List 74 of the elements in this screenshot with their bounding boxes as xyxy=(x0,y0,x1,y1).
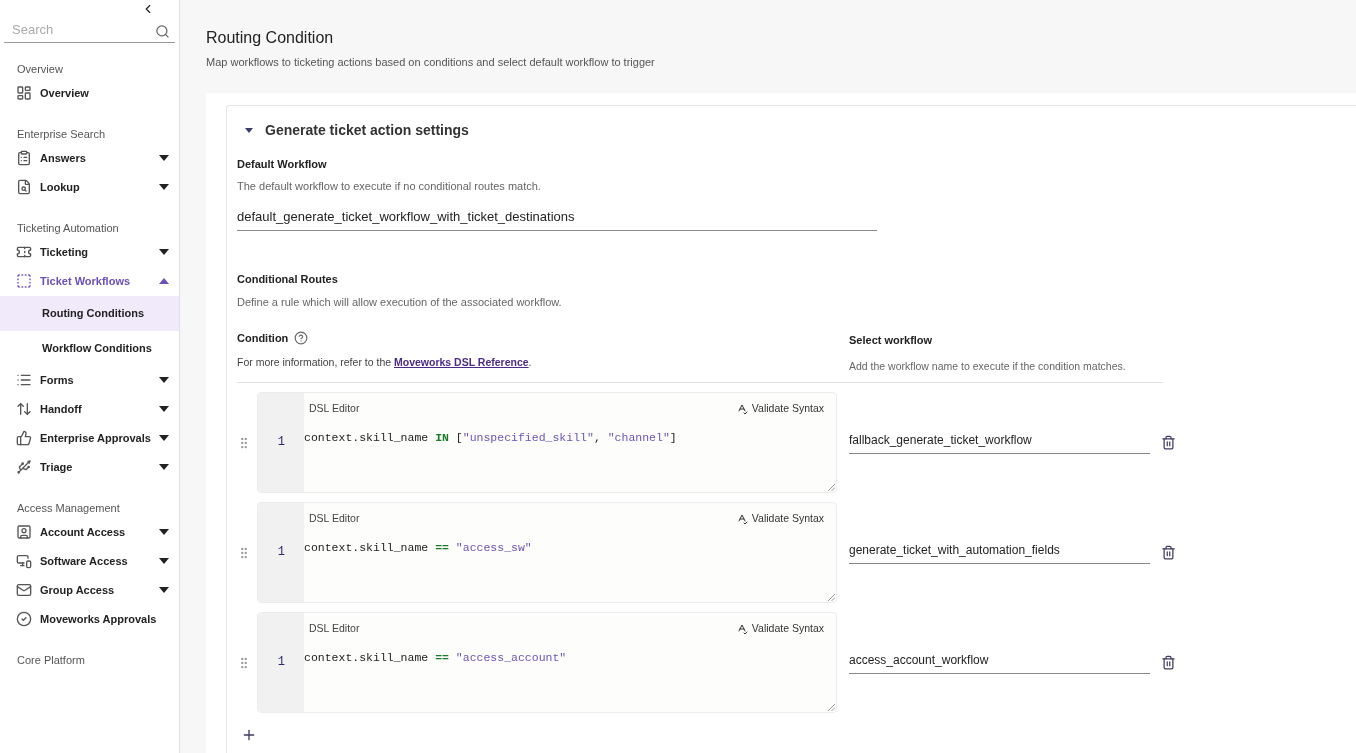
nav-item[interactable]: Handoff xyxy=(0,394,179,424)
caret-icon[interactable] xyxy=(245,127,253,133)
field-label: Conditional Routes xyxy=(237,272,339,287)
help-icon[interactable] xyxy=(294,331,309,346)
page-title: Routing Condition xyxy=(206,28,335,48)
code-line: context.skill_name == "access_account" xyxy=(304,650,568,666)
nav-item[interactable]: Account Access xyxy=(0,517,179,547)
section-title: Overview xyxy=(16,61,64,77)
validate-syntax-button[interactable]: Validate Syntax xyxy=(735,401,824,417)
line-number: 1 xyxy=(277,545,285,560)
nav-item[interactable]: Group Access xyxy=(0,575,179,605)
field-label: Default Workflow xyxy=(237,156,328,172)
dsl-editor[interactable]: 1 DSL Editor Validate Syntax context.skill_name IN ["unspecified_skill", "channel"] xyxy=(257,392,837,494)
line-number: 1 xyxy=(277,655,285,670)
dsl-reference-link[interactable]: Moveworks DSL Reference xyxy=(394,355,529,368)
default-workflow-field[interactable]: default_generate_ticket_workflow_with_ticket_destinations xyxy=(237,206,877,231)
condition-help: For more information, refer to the Moveworks DSL Reference. xyxy=(237,354,533,370)
editor-label: DSL Editor xyxy=(309,401,360,417)
thumbs-icon xyxy=(16,430,32,446)
square-icon xyxy=(16,273,32,289)
dsl-editor[interactable]: 1 DSL Editor Validate Syntax context.skill_name == "access_sw" xyxy=(257,502,837,604)
ticket-icon xyxy=(16,244,32,260)
nav-item[interactable]: Triage xyxy=(0,452,179,482)
check-circle-icon xyxy=(16,611,32,627)
nav-subitem[interactable]: Workflow Conditions xyxy=(0,330,179,366)
line-number: 1 xyxy=(277,435,285,450)
delete-icon[interactable] xyxy=(1161,435,1176,451)
nav-item[interactable]: Overview xyxy=(0,78,179,108)
list-icon xyxy=(16,372,32,388)
editor-label: DSL Editor xyxy=(309,511,360,527)
clipboard-icon xyxy=(16,150,32,166)
nav-item[interactable]: Moveworks Approvals xyxy=(0,604,179,634)
resize-handle-icon[interactable] xyxy=(828,484,835,492)
monitor-icon xyxy=(16,553,32,569)
section-title: Access Management xyxy=(16,500,121,516)
code-line: context.skill_name IN ["unspecified_skill", "channel"] xyxy=(304,430,678,446)
search-icon xyxy=(155,23,170,39)
dashboard-icon xyxy=(16,85,32,101)
mail-icon xyxy=(16,582,32,598)
dsl-editor[interactable]: 1 DSL Editor Validate Syntax context.skill_name == "access_account" xyxy=(257,612,837,714)
delete-icon[interactable] xyxy=(1161,545,1176,561)
validate-syntax-button[interactable]: Validate Syntax xyxy=(735,511,824,527)
resize-handle-icon[interactable] xyxy=(828,704,835,712)
column-label: Condition xyxy=(237,331,289,346)
resize-handle-icon[interactable] xyxy=(828,594,835,602)
arrows-icon xyxy=(16,401,32,417)
column-help: Add the workflow name to execute if the condition matches. xyxy=(849,358,1126,374)
editor-label: DSL Editor xyxy=(309,621,360,637)
delete-icon[interactable] xyxy=(1161,655,1176,671)
page-subtitle: Map workflows to ticketing actions based on conditions and select default workflow to trigger xyxy=(206,55,656,70)
section-title: Core Platform xyxy=(16,652,86,668)
nav-subitem[interactable]: Routing Conditions xyxy=(0,295,179,331)
document-search-icon xyxy=(16,179,32,195)
workflow-field[interactable]: generate_ticket_with_automation_fields xyxy=(849,541,1150,565)
validate-syntax-button[interactable]: Validate Syntax xyxy=(735,621,824,637)
workflow-field[interactable]: access_account_workflow xyxy=(849,651,1150,675)
field-help: The default workflow to execute if no conditional routes match. xyxy=(237,179,542,194)
nav-item[interactable]: Ticketing xyxy=(0,237,179,267)
nav-item[interactable]: Answers xyxy=(0,143,179,173)
usb-icon xyxy=(16,459,32,475)
section-title: Ticketing Automation xyxy=(16,220,120,236)
search-field[interactable]: Search xyxy=(4,20,175,43)
nav-item[interactable]: Software Access xyxy=(0,546,179,576)
field-help: Define a rule which will allow execution of the associated workflow. xyxy=(237,294,563,310)
nav-item[interactable]: Enterprise Approvals xyxy=(0,423,179,453)
column-label: Select workflow xyxy=(849,333,934,348)
user-square-icon xyxy=(16,524,32,540)
workflow-field[interactable]: fallback_generate_ticket_workflow xyxy=(849,431,1150,455)
nav-item[interactable]: Forms xyxy=(0,365,179,395)
nav-item[interactable]: Lookup xyxy=(0,172,179,202)
section-title: Enterprise Search xyxy=(16,126,107,142)
nav-item[interactable]: Ticket Workflows xyxy=(0,266,179,296)
code-line: context.skill_name == "access_sw" xyxy=(304,540,533,556)
panel-title: Generate ticket action settings xyxy=(265,120,469,140)
